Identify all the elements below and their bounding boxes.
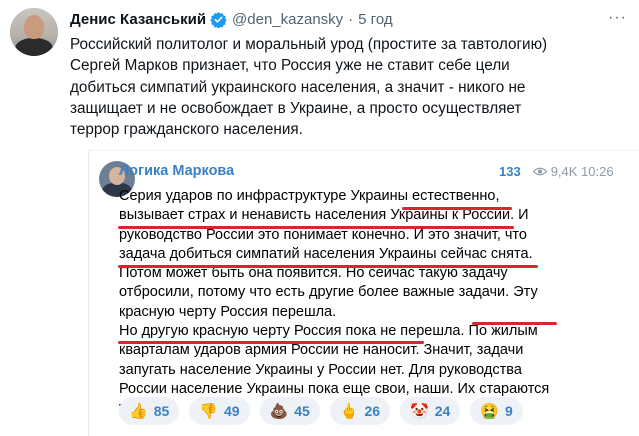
- highlight-underline: [118, 226, 514, 229]
- author-name[interactable]: Денис Казанський: [70, 11, 206, 28]
- separator-dot: ·: [348, 10, 354, 28]
- highlight-underline: [118, 265, 538, 268]
- reaction-count: 24: [434, 403, 451, 419]
- reaction-count: 9: [505, 403, 513, 419]
- middle-finger-icon: 🖕: [339, 403, 359, 420]
- reaction-clown[interactable]: 🤡 24: [400, 397, 461, 425]
- clown-icon: 🤡: [410, 403, 429, 420]
- reactions-bar: 👍 85 👎 49 💩 45 🖕 26 🤡 24 🤮 9: [119, 397, 523, 425]
- post-message: Серия ударов по инфраструктуре Украины е…: [119, 187, 549, 419]
- tweet-text-line: террор гражданского населения.: [70, 121, 303, 139]
- reaction-poop[interactable]: 💩 45: [259, 397, 320, 425]
- embedded-telegram-post[interactable]: Логика Маркова 133 9,4K 10:26 Серия удар…: [88, 150, 639, 436]
- reaction-count: 45: [294, 403, 310, 419]
- reaction-middle-finger[interactable]: 🖕 26: [329, 397, 391, 425]
- highlight-underline: [402, 207, 512, 210]
- tweet-header: Денис Казанський @den_kazansky · 5 год: [70, 9, 393, 29]
- views-eye-icon: [532, 167, 547, 176]
- channel-name: Логика Маркова: [119, 163, 235, 179]
- reaction-vomit[interactable]: 🤮 9: [470, 397, 523, 425]
- views-and-time: 9,4K 10:26: [550, 164, 614, 179]
- tweet-text-line: добиться симпатий украинского населения,…: [70, 78, 526, 96]
- message-line: задача добиться симпатий населения Украи…: [119, 245, 533, 262]
- thumbs-up-icon: 👍: [129, 403, 148, 420]
- post-meta: 133 9,4K 10:26: [499, 164, 614, 179]
- highlight-underline: [118, 341, 424, 344]
- reaction-thumbs-up[interactable]: 👍 85: [119, 397, 180, 425]
- tweet-text-line: защищает и не освобождает в Украине, а п…: [70, 99, 522, 117]
- verified-badge-icon: [210, 11, 227, 28]
- tweet-text-line: Российский политолог и моральный урод (п…: [70, 36, 548, 53]
- tweet-text: Российский политолог и моральный урод (п…: [70, 34, 625, 140]
- message-line: красную черту Россия перешла.: [119, 303, 337, 320]
- comment-count: 133: [499, 164, 521, 179]
- reaction-count: 26: [364, 403, 381, 419]
- highlight-underline: [472, 322, 557, 325]
- author-avatar[interactable]: [10, 8, 58, 56]
- message-line: отбросили, потому что есть другие более …: [119, 284, 538, 301]
- thumbs-down-icon: 👎: [199, 403, 218, 420]
- vomit-icon: 🤮: [480, 403, 500, 420]
- tweet-text-line: Сергей Марков признает, что Россия уже н…: [70, 57, 510, 75]
- message-line: запугать население Украины у России нет.…: [119, 361, 522, 378]
- reaction-count: 49: [223, 403, 240, 419]
- reaction-thumbs-down[interactable]: 👎 49: [189, 397, 250, 425]
- message-line: кварталам ударов армия России не наносит…: [119, 342, 524, 359]
- poop-icon: 💩: [269, 403, 289, 420]
- tweet-timestamp[interactable]: 5 год: [358, 11, 392, 28]
- message-line: Серия ударов по инфраструктуре Украины е…: [119, 188, 500, 204]
- reaction-count: 85: [153, 403, 170, 419]
- more-options-icon[interactable]: ···: [608, 9, 627, 27]
- author-handle[interactable]: @den_kazansky: [232, 11, 343, 28]
